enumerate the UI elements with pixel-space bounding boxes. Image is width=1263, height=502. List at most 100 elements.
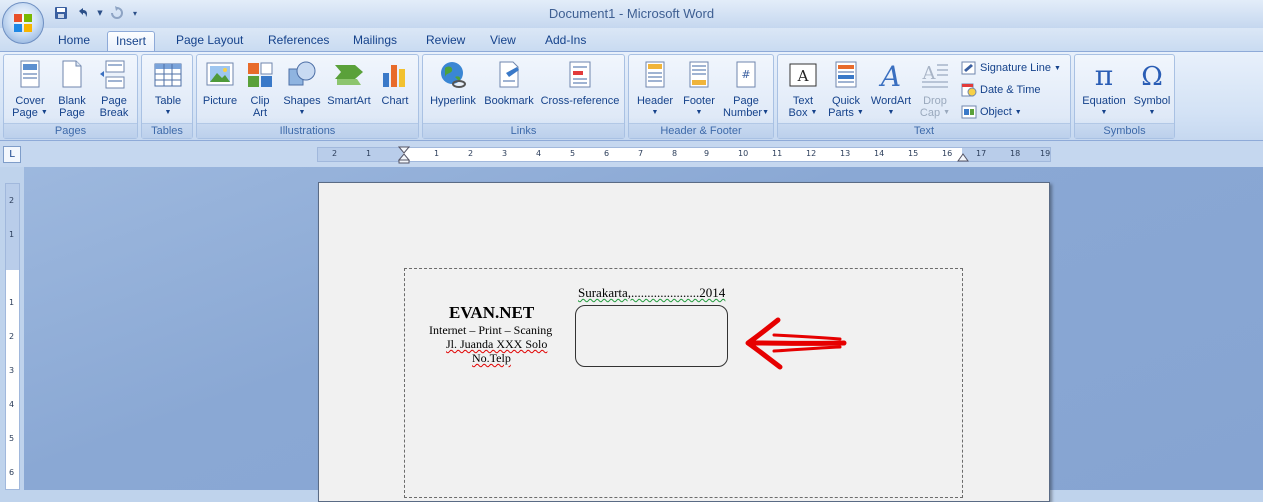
object-icon (961, 105, 977, 119)
header-icon (639, 59, 671, 91)
cover-page-button[interactable]: Cover Page ▼ (10, 59, 50, 119)
vertical-ruler[interactable]: 2 1 1 2 3 4 5 6 (5, 183, 20, 490)
page-number-label-1: Page (733, 95, 759, 107)
ruler-tick: 2 (9, 332, 15, 341)
ruler-tick: 6 (9, 468, 15, 477)
cross-reference-icon (564, 59, 596, 91)
table-button[interactable]: Table ▼ (147, 59, 189, 119)
dropdown-arrow-icon: ▼ (164, 109, 172, 117)
ruler-tick: 6 (604, 149, 610, 158)
dropdown-arrow-icon: ▼ (887, 109, 895, 117)
window-title: Document1 - Microsoft Word (548, 6, 715, 21)
horizontal-ruler[interactable]: 2 1 1 2 3 4 5 6 7 8 9 10 11 12 13 14 15 … (317, 146, 1051, 164)
table-icon (152, 59, 184, 91)
object-button[interactable]: Object ▼ (961, 105, 1022, 119)
quick-parts-label-2: Parts (828, 107, 854, 119)
indent-marker-icon[interactable] (398, 146, 410, 164)
dropdown-arrow-icon: ▼ (1148, 109, 1156, 117)
footer-label: Footer (683, 95, 715, 107)
ruler-bar: L 2 1 1 2 3 4 5 6 7 8 9 10 11 12 13 14 1… (0, 141, 1263, 167)
footer-button[interactable]: Footer ▼ (677, 59, 721, 119)
smartart-button[interactable]: SmartArt (325, 59, 373, 107)
services-text[interactable]: Internet – Print – Scaning (429, 323, 552, 338)
signature-line-button[interactable]: Signature Line ▼ (961, 61, 1061, 75)
office-logo-icon (14, 14, 32, 32)
blank-page-button[interactable]: Blank Page (52, 59, 92, 119)
drop-cap-button[interactable]: A Drop Cap ▼ (916, 59, 954, 119)
table-label: Table (154, 95, 182, 107)
svg-text:Ω: Ω (1141, 62, 1163, 91)
svg-text:π: π (1095, 59, 1113, 91)
tab-insert[interactable]: Insert (107, 31, 156, 51)
tab-home[interactable]: Home (58, 31, 90, 51)
text-box-button[interactable]: A Text Box ▼ (782, 59, 824, 119)
group-label-illustrations: Illustrations (197, 123, 418, 138)
globe-link-icon (437, 59, 469, 91)
tab-add-ins[interactable]: Add-Ins (545, 31, 586, 51)
dropdown-arrow-icon: ▼ (40, 109, 48, 117)
equation-button[interactable]: π Equation ▼ (1079, 59, 1129, 119)
drop-cap-label-2: Cap (919, 107, 941, 119)
dropdown-arrow-icon: ▼ (943, 109, 951, 117)
shapes-icon (286, 59, 318, 91)
ruler-tick: 5 (9, 434, 15, 443)
shapes-button[interactable]: Shapes ▼ (281, 59, 323, 119)
ruler-tick: 18 (1010, 149, 1021, 158)
group-tables: Table ▼ Tables (141, 54, 193, 139)
bookmark-label: Bookmark (484, 95, 534, 107)
wordart-button[interactable]: A WordArt ▼ (867, 59, 915, 119)
place-date-value: Surakarta,.....................2014 (578, 285, 726, 300)
ruler-tick: 9 (704, 149, 710, 158)
tab-view[interactable]: View (490, 31, 516, 51)
svg-text:#: # (741, 68, 750, 81)
page-break-label-2: Break (99, 107, 129, 119)
tab-page-layout[interactable]: Page Layout (176, 31, 243, 51)
group-label-header-footer: Header & Footer (629, 123, 773, 138)
bookmark-button[interactable]: Bookmark (482, 59, 536, 107)
address-text[interactable]: Jl. Juanda XXX Solo (446, 337, 547, 352)
page-number-button[interactable]: # Page Number▼ (721, 59, 771, 119)
tab-references[interactable]: References (268, 31, 329, 51)
shapes-label: Shapes (283, 95, 321, 107)
footer-icon (683, 59, 715, 91)
ruler-tick: 15 (908, 149, 919, 158)
ruler-left-margin (318, 148, 403, 161)
title-bar: ▼ ▾ Document1 - Microsoft Word (0, 0, 1263, 28)
place-date-text[interactable]: Surakarta,.....................2014 (578, 285, 725, 301)
blank-page-label-1: Blank (58, 95, 86, 107)
quick-parts-button[interactable]: Quick Parts ▼ (825, 59, 867, 119)
quick-parts-label-1: Quick (831, 95, 861, 107)
header-label: Header (636, 95, 674, 107)
tab-mailings[interactable]: Mailings (353, 31, 397, 51)
hyperlink-button[interactable]: Hyperlink (427, 59, 479, 107)
symbol-button[interactable]: Ω Symbol ▼ (1131, 59, 1173, 119)
ruler-tick: 2 (9, 196, 15, 205)
ruler-tick: 1 (366, 149, 372, 158)
blank-page-icon (56, 59, 88, 91)
picture-button[interactable]: Picture (200, 59, 240, 107)
right-indent-marker-icon[interactable] (957, 150, 969, 162)
page-break-button[interactable]: Page Break (94, 59, 134, 119)
phone-text[interactable]: No.Telp (472, 351, 511, 366)
calendar-clock-icon (961, 83, 977, 97)
drop-cap-icon: A (919, 59, 951, 91)
pi-icon: π (1088, 59, 1120, 92)
group-label-text: Text (778, 123, 1070, 138)
drop-cap-label-1: Drop (923, 95, 947, 107)
page-number-icon: # (730, 59, 762, 91)
tab-selector-button[interactable]: L (3, 146, 21, 163)
tab-review[interactable]: Review (426, 31, 465, 51)
clip-art-icon (244, 59, 276, 91)
office-button[interactable] (2, 2, 44, 44)
ruler-tick: 8 (672, 149, 678, 158)
clip-art-button[interactable]: Clip Art (243, 59, 277, 119)
header-button[interactable]: Header ▼ (633, 59, 677, 119)
cross-reference-button[interactable]: Cross-reference (539, 59, 621, 107)
svg-text:A: A (797, 67, 809, 85)
date-time-button[interactable]: Date & Time (961, 83, 1041, 97)
chart-button[interactable]: Chart (375, 59, 415, 107)
company-name[interactable]: EVAN.NET (449, 303, 534, 323)
chart-label: Chart (381, 95, 409, 107)
rounded-rectangle-shape[interactable] (575, 305, 728, 367)
cover-page-label-1: Cover (15, 95, 45, 107)
